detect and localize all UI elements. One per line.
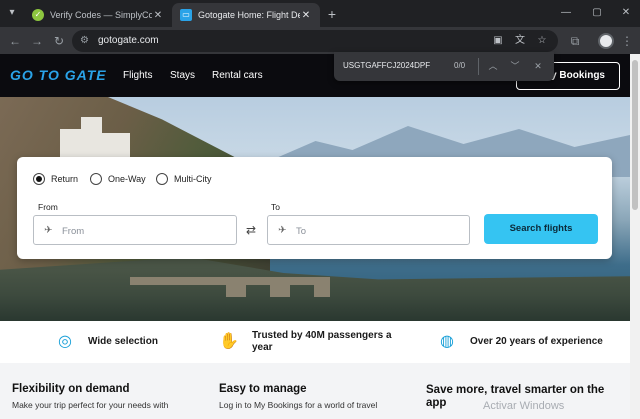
close-icon[interactable]: ✕ xyxy=(300,10,312,21)
search-flights-button[interactable]: Search flights xyxy=(484,214,598,244)
new-tab-button[interactable]: + xyxy=(324,5,340,23)
find-input[interactable]: USGTGAFFCJ2024DPF xyxy=(343,61,430,70)
profile-avatar[interactable] xyxy=(598,33,614,49)
nav-flights[interactable]: Flights xyxy=(123,70,152,81)
find-next-icon[interactable]: ﹀ xyxy=(508,59,522,73)
info-easy-manage: Easy to manage Log in to My Bookings for… xyxy=(219,383,409,410)
find-divider xyxy=(478,58,479,75)
from-placeholder: From xyxy=(62,226,85,237)
info-body: Make your trip perfect for your needs wi… xyxy=(12,400,169,410)
find-close-icon[interactable]: ✕ xyxy=(531,59,545,73)
trip-type-label: One-Way xyxy=(108,174,146,184)
close-icon[interactable]: ✕ xyxy=(152,10,164,21)
tab-title: Verify Codes — SimplyCodes xyxy=(50,10,152,20)
info-title: Flexibility on demand xyxy=(12,383,130,395)
radio-icon xyxy=(156,173,168,185)
plane-takeoff-icon: ✈ xyxy=(44,225,53,236)
page-scrollbar-thumb[interactable] xyxy=(632,60,638,210)
to-placeholder: To xyxy=(296,226,307,237)
trip-type-return[interactable]: Return xyxy=(33,173,78,185)
windows-activation-watermark: Activar Windows xyxy=(483,400,565,412)
trip-type-label: Return xyxy=(51,174,79,184)
coins-icon: ◎ xyxy=(58,333,72,350)
info-body: Log in to My Bookings for a world of tra… xyxy=(219,400,378,410)
tab-simplycodes[interactable]: ✓ Verify Codes — SimplyCodes ✕ xyxy=(24,3,172,27)
find-count: 0/0 xyxy=(454,61,466,70)
radio-icon xyxy=(90,173,102,185)
globe-icon: ◍ xyxy=(440,333,454,350)
plane-landing-icon: ✈ xyxy=(278,225,287,236)
bookmark-star-icon[interactable]: ☆ xyxy=(534,33,550,49)
feature-wide-selection: ◎ Wide selection xyxy=(54,331,204,353)
feature-trusted: ✋ Trusted by 40M passengers a year xyxy=(218,330,408,354)
back-icon[interactable]: ← xyxy=(6,32,24,50)
url-text: gotogate.com xyxy=(98,35,159,46)
simplycodes-check-icon: ✓ xyxy=(32,9,44,21)
trip-type-label: Multi-City xyxy=(174,174,212,184)
info-flexibility: Flexibility on demand Make your trip per… xyxy=(12,383,202,410)
forward-icon[interactable]: → xyxy=(28,32,46,50)
feature-text: Over 20 years of experience xyxy=(470,336,603,347)
find-in-page-bar: USGTGAFFCJ2024DPF 0/0 ︿ ﹀ ✕ xyxy=(334,52,554,81)
from-label: From xyxy=(38,202,58,212)
tab-search-icon[interactable]: ▾ xyxy=(4,4,20,22)
maximize-icon[interactable]: ▢ xyxy=(583,4,611,22)
address-bar[interactable]: ⚙ gotogate.com ▣ 文 ☆ xyxy=(72,30,558,52)
swap-airports-icon[interactable]: ⇄ xyxy=(243,223,259,237)
from-input[interactable]: ✈ From xyxy=(33,215,237,245)
tab-gotogate[interactable]: ▭ Gotogate Home: Flight Deals to ✕ xyxy=(172,3,320,27)
feature-text: Trusted by 40M passengers a year xyxy=(252,330,392,353)
to-label: To xyxy=(271,202,280,212)
gotogate-logo[interactable]: GO TO GATE xyxy=(10,67,107,83)
handshake-icon: ✋ xyxy=(219,333,239,350)
feature-experience: ◍ Over 20 years of experience xyxy=(436,331,626,353)
site-info-icon[interactable]: ⚙ xyxy=(80,35,92,47)
info-title: Easy to manage xyxy=(219,383,307,395)
translate-icon[interactable]: 文 xyxy=(512,33,528,49)
gotogate-icon: ▭ xyxy=(180,9,192,21)
browser-toolbar: ← → ↻ ⚙ gotogate.com ▣ 文 ☆ ⧉ ⋮ xyxy=(0,27,640,54)
trip-type-one-way[interactable]: One-Way xyxy=(90,173,146,185)
menu-kebab-icon[interactable]: ⋮ xyxy=(618,32,636,50)
to-input[interactable]: ✈ To xyxy=(267,215,470,245)
reload-icon[interactable]: ↻ xyxy=(50,32,68,50)
radio-selected-icon xyxy=(33,173,45,185)
minimize-icon[interactable]: — xyxy=(552,4,580,22)
nav-stays[interactable]: Stays xyxy=(170,70,195,81)
feature-text: Wide selection xyxy=(88,336,158,347)
features-strip: ◎ Wide selection ✋ Trusted by 40M passen… xyxy=(0,321,630,363)
trip-type-multi-city[interactable]: Multi-City xyxy=(156,173,212,185)
nav-rental-cars[interactable]: Rental cars xyxy=(212,70,263,81)
tab-title: Gotogate Home: Flight Deals to xyxy=(198,10,300,20)
browser-tab-strip: ▾ ✓ Verify Codes — SimplyCodes ✕ ▭ Gotog… xyxy=(0,0,640,27)
window-close-icon[interactable]: ✕ xyxy=(612,4,640,22)
page-action-icon[interactable]: ▣ xyxy=(490,33,506,49)
extensions-icon[interactable]: ⧉ xyxy=(566,32,584,50)
flight-search-card: Return One-Way Multi-City From ✈ From ⇄ … xyxy=(17,157,612,259)
find-previous-icon[interactable]: ︿ xyxy=(486,59,500,73)
